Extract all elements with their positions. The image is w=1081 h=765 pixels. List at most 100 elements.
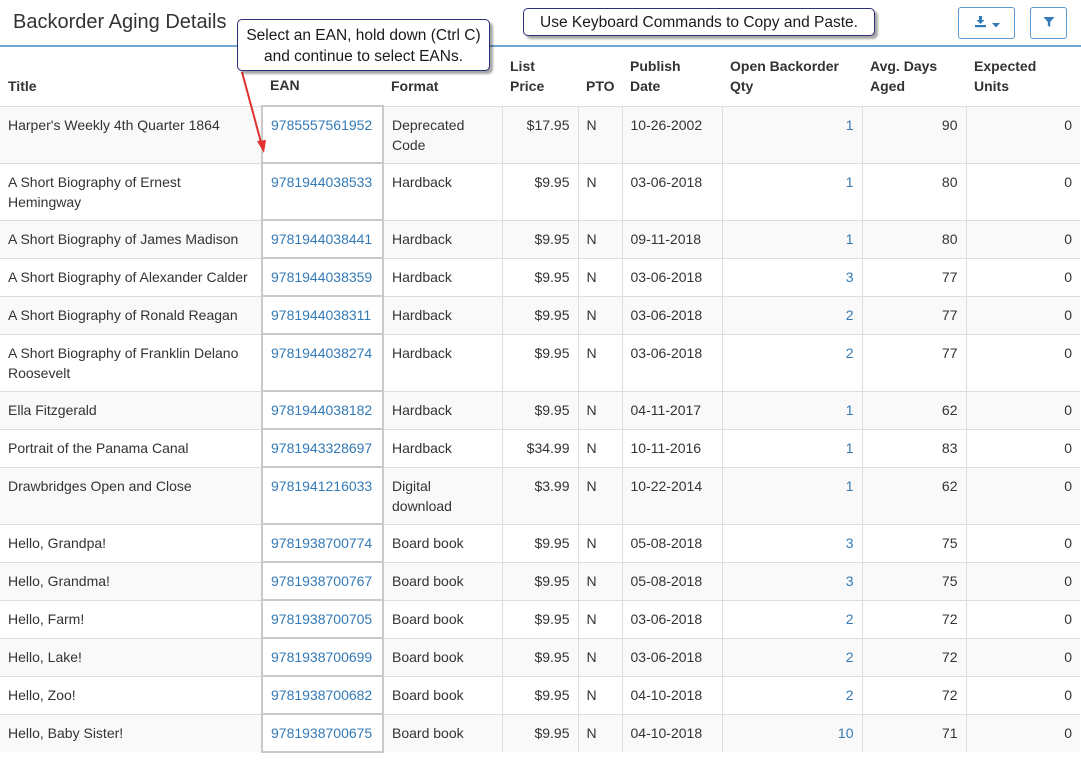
filter-button[interactable] <box>1030 7 1067 39</box>
column-header-open-backorder-qty[interactable]: Open Backorder Qty <box>722 50 862 107</box>
format-cell: Board book <box>382 637 502 676</box>
publish-date-cell: 05-08-2018 <box>621 561 722 600</box>
ean-link[interactable]: 9781938700675 <box>271 725 372 741</box>
ean-link[interactable]: 9781941216033 <box>271 478 372 494</box>
publish-date-cell: 03-06-2018 <box>621 599 722 638</box>
ean-cell: 9781938700682 <box>261 675 384 715</box>
table-row: Hello, Baby Sister! 9781938700675 Board bo… <box>0 713 1080 753</box>
column-header-pto[interactable]: PTO <box>578 50 622 107</box>
backorder-qty-link[interactable]: 1 <box>846 174 854 190</box>
title-cell: Portrait of the Panama Canal <box>0 428 262 467</box>
ean-link[interactable]: 9781938700682 <box>271 687 372 703</box>
backorder-qty-link[interactable]: 3 <box>846 269 854 285</box>
expected-units-cell: 0 <box>965 162 1080 220</box>
ean-link[interactable]: 9785557561952 <box>271 117 372 133</box>
ean-link[interactable]: 9781943328697 <box>271 440 372 456</box>
ean-cell: 9781944038311 <box>261 295 384 335</box>
pto-cell: N <box>577 257 622 296</box>
ean-link[interactable]: 9781938700705 <box>271 611 372 627</box>
avg-days-aged-cell: 62 <box>861 466 966 524</box>
ean-link[interactable]: 9781938700774 <box>271 535 372 551</box>
backorder-qty-link[interactable]: 2 <box>846 611 854 627</box>
ean-link[interactable]: 9781938700699 <box>271 649 372 665</box>
ean-cell: 9781944038182 <box>261 390 384 430</box>
title-cell: Hello, Grandma! <box>0 561 262 600</box>
table-row: A Short Biography of Alexander Calder 978… <box>0 257 1080 297</box>
title-cell: A Short Biography of James Madison <box>0 219 262 258</box>
ean-link[interactable]: 9781944038533 <box>271 174 372 190</box>
column-header-publish-date[interactable]: Publish Date <box>622 50 722 107</box>
table-row: A Short Biography of Franklin Delano Roo… <box>0 333 1080 392</box>
table-row: Harper's Weekly 4th Quarter 1864 97855575… <box>0 105 1080 164</box>
format-cell: Hardback <box>382 257 502 296</box>
ean-cell: 9781938700675 <box>261 713 384 753</box>
expected-units-cell: 0 <box>965 428 1080 467</box>
title-cell: Hello, Lake! <box>0 637 262 676</box>
backorder-qty-link[interactable]: 1 <box>846 117 854 133</box>
keyboard-commands-callout: Use Keyboard Commands to Copy and Paste. <box>523 8 875 36</box>
avg-days-aged-cell: 75 <box>861 523 966 562</box>
column-header-expected-units[interactable]: Expected Units <box>966 50 1080 107</box>
list-price-cell: $9.95 <box>501 219 578 258</box>
backorder-qty-cell: 1 <box>721 105 862 163</box>
ean-link[interactable]: 9781938700767 <box>271 573 372 589</box>
backorder-qty-cell: 1 <box>721 466 862 524</box>
export-button[interactable] <box>958 7 1015 39</box>
format-cell: Hardback <box>382 219 502 258</box>
ean-cell: 9781944038274 <box>261 333 384 392</box>
expected-units-cell: 0 <box>965 257 1080 296</box>
ean-link[interactable]: 9781944038441 <box>271 231 372 247</box>
table-row: A Short Biography of Ernest Hemingway 978… <box>0 162 1080 221</box>
backorder-qty-link[interactable]: 2 <box>846 649 854 665</box>
backorder-qty-cell: 10 <box>721 713 862 752</box>
avg-days-aged-cell: 72 <box>861 675 966 714</box>
expected-units-cell: 0 <box>965 219 1080 258</box>
backorder-table: Title EAN Format List Price PTO Publish … <box>0 50 1080 753</box>
backorder-qty-link[interactable]: 1 <box>846 402 854 418</box>
ean-link[interactable]: 9781944038311 <box>271 307 371 323</box>
backorder-qty-link[interactable]: 3 <box>846 535 854 551</box>
backorder-qty-link[interactable]: 10 <box>838 725 854 741</box>
backorder-qty-link[interactable]: 1 <box>846 478 854 494</box>
backorder-qty-link[interactable]: 1 <box>846 440 854 456</box>
backorder-qty-link[interactable]: 3 <box>846 573 854 589</box>
ean-cell: 9781944038441 <box>261 219 384 259</box>
publish-date-cell: 03-06-2018 <box>621 333 722 391</box>
table-header-row: Title EAN Format List Price PTO Publish … <box>0 50 1080 107</box>
ean-link[interactable]: 9781944038359 <box>271 269 372 285</box>
pto-cell: N <box>577 333 622 391</box>
backorder-qty-link[interactable]: 2 <box>846 307 854 323</box>
list-price-cell: $9.95 <box>501 675 578 714</box>
title-cell: A Short Biography of Ernest Hemingway <box>0 162 262 220</box>
publish-date-cell: 10-11-2016 <box>621 428 722 467</box>
backorder-qty-cell: 2 <box>721 599 862 638</box>
table-row: Hello, Lake! 9781938700699 Board book $9.95… <box>0 637 1080 677</box>
expected-units-cell: 0 <box>965 561 1080 600</box>
table-row: Hello, Grandpa! 9781938700774 Board book $9… <box>0 523 1080 563</box>
ean-link[interactable]: 9781944038274 <box>271 345 372 361</box>
list-price-cell: $9.95 <box>501 599 578 638</box>
table-row: Ella Fitzgerald 9781944038182 Hardback $9.9… <box>0 390 1080 430</box>
format-cell: Hardback <box>382 162 502 220</box>
publish-date-cell: 04-11-2017 <box>621 390 722 429</box>
pto-cell: N <box>577 390 622 429</box>
ean-cell: 9781944038359 <box>261 257 384 297</box>
publish-date-cell: 05-08-2018 <box>621 523 722 562</box>
expected-units-cell: 0 <box>965 333 1080 391</box>
column-header-avg-days-aged[interactable]: Avg. Days Aged <box>862 50 966 107</box>
backorder-qty-link[interactable]: 1 <box>846 231 854 247</box>
ean-cell: 9781938700774 <box>261 523 384 563</box>
ean-link[interactable]: 9781944038182 <box>271 402 372 418</box>
backorder-qty-link[interactable]: 2 <box>846 687 854 703</box>
list-price-cell: $9.95 <box>501 295 578 334</box>
format-cell: Hardback <box>382 390 502 429</box>
column-header-list-price[interactable]: List Price <box>502 50 578 107</box>
avg-days-aged-cell: 77 <box>861 333 966 391</box>
table-row: Hello, Farm! 9781938700705 Board book $9.95… <box>0 599 1080 639</box>
backorder-qty-link[interactable]: 2 <box>846 345 854 361</box>
column-header-title[interactable]: Title <box>0 50 262 107</box>
ean-cell: 9781938700705 <box>261 599 384 639</box>
publish-date-cell: 04-10-2018 <box>621 675 722 714</box>
list-price-cell: $9.95 <box>501 257 578 296</box>
pto-cell: N <box>577 637 622 676</box>
